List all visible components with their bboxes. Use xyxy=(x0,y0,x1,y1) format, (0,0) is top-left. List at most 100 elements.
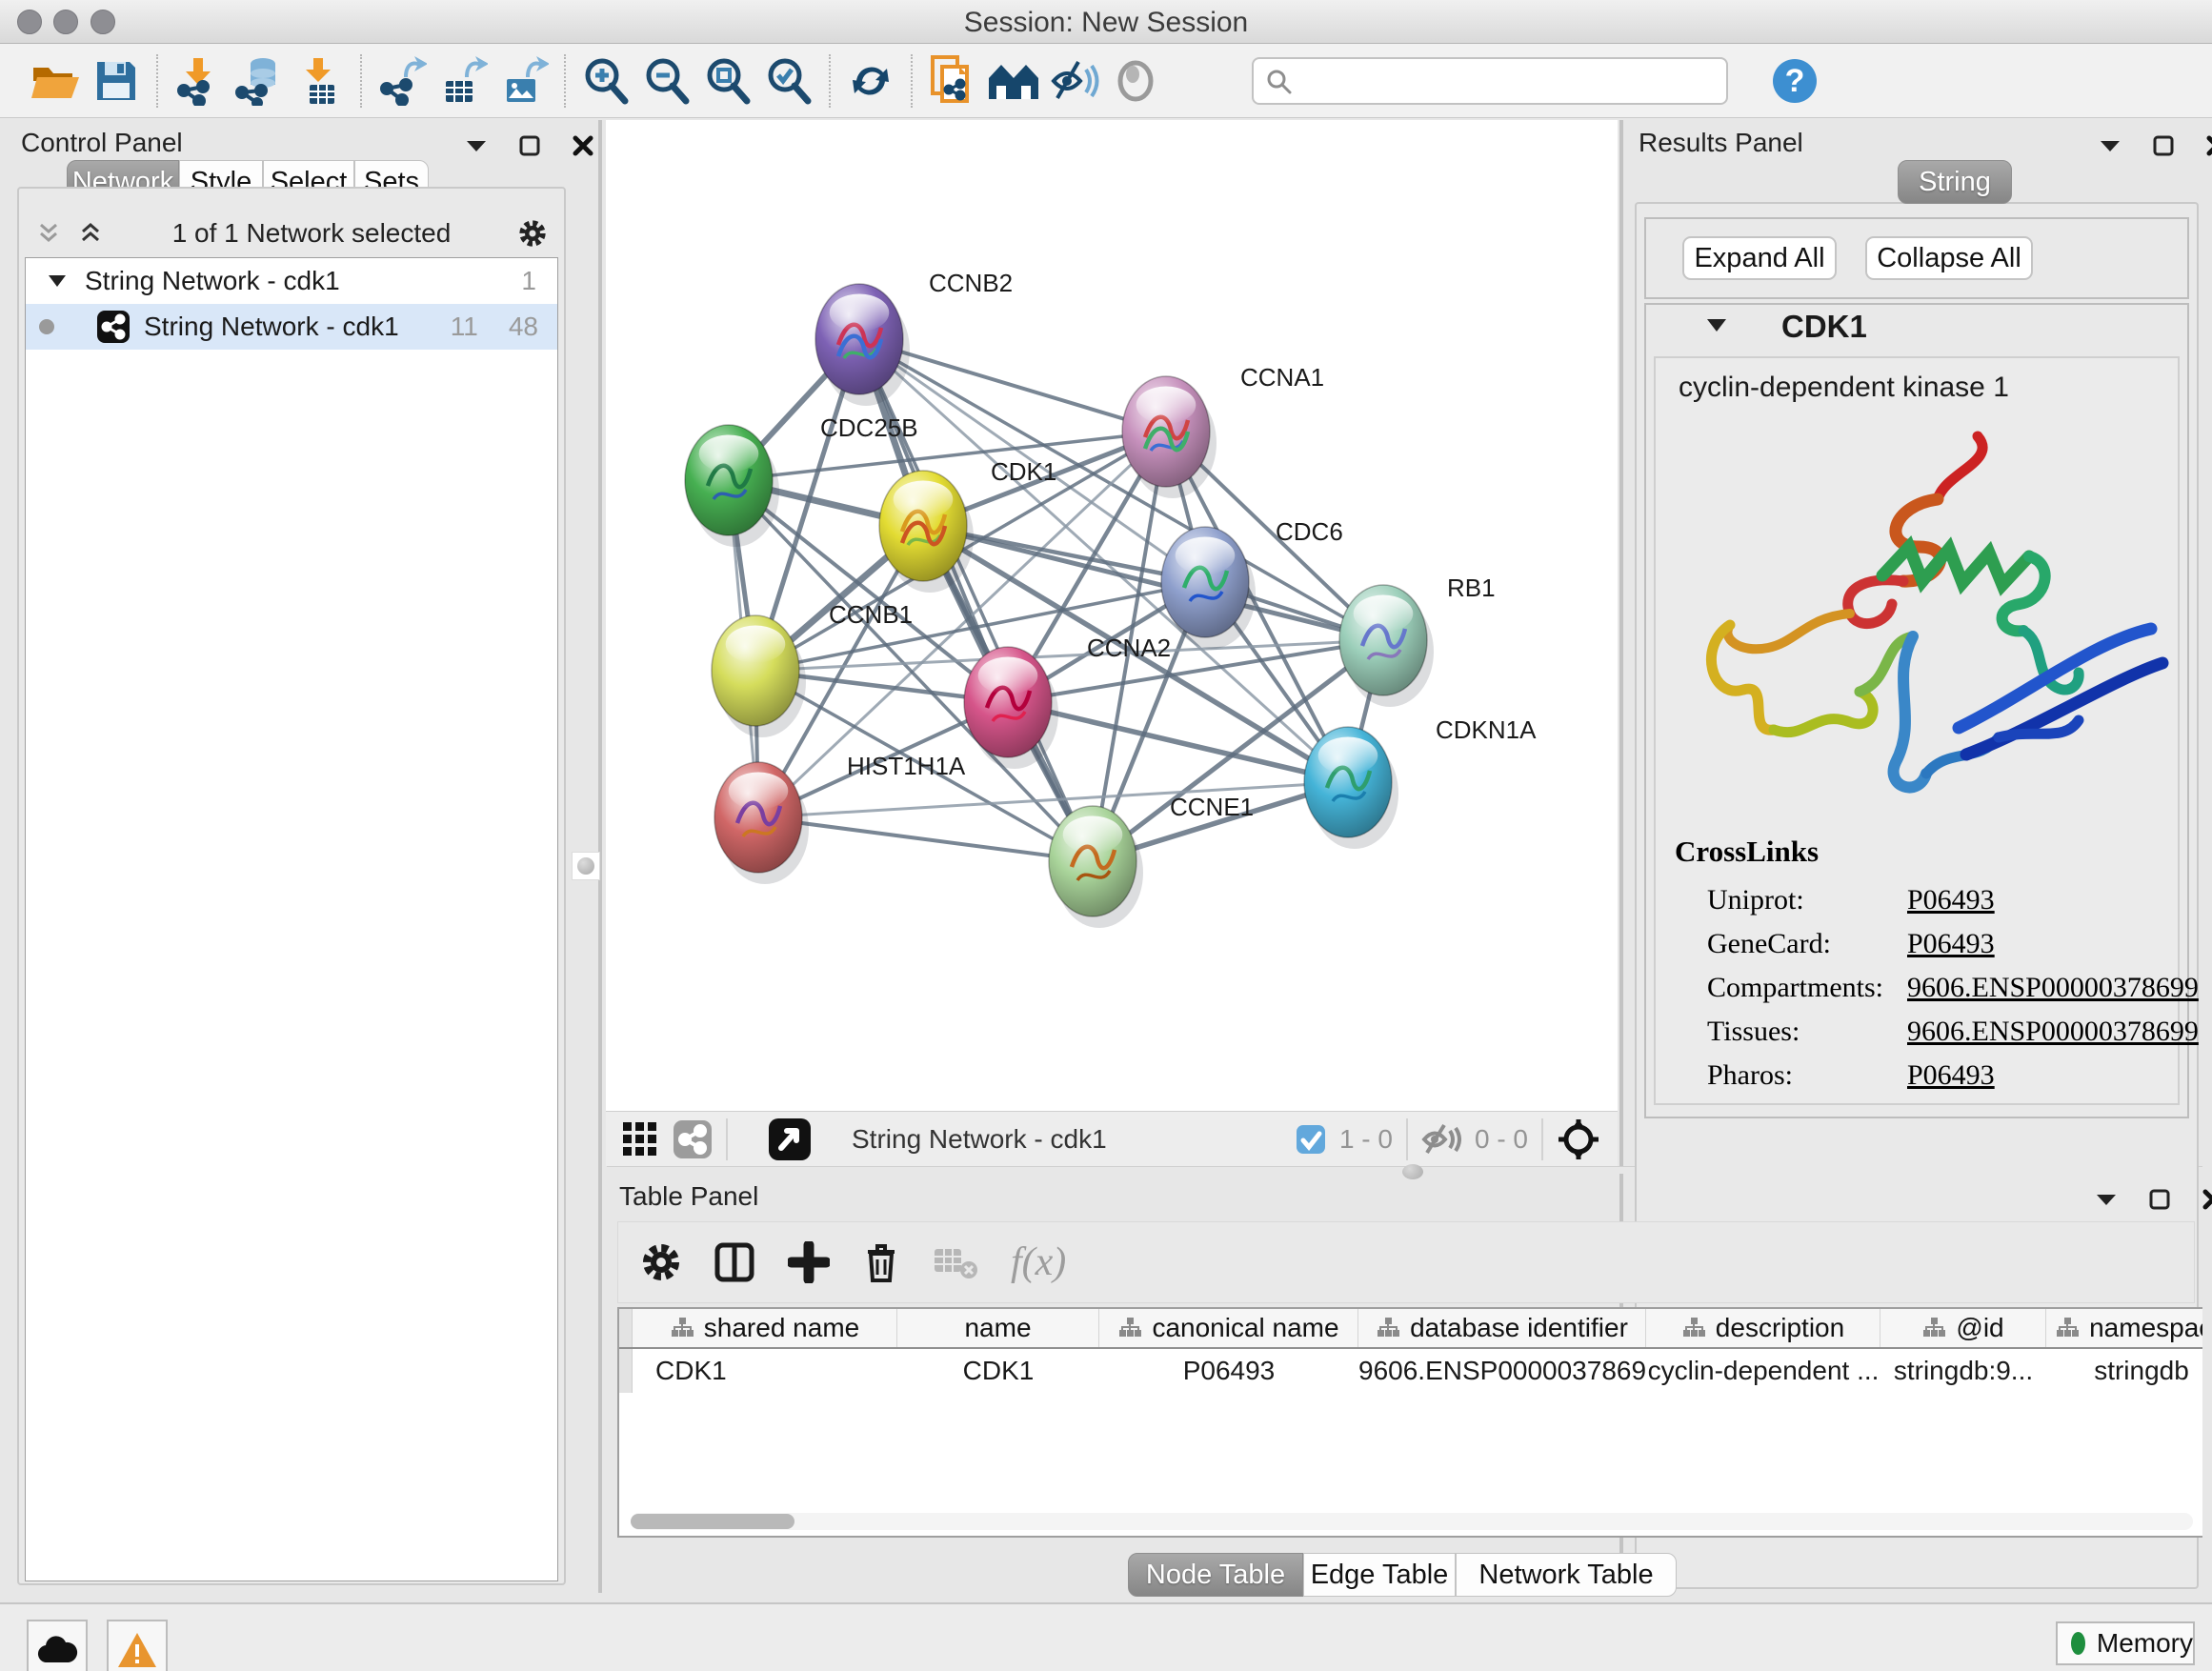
grid-view-icon[interactable] xyxy=(621,1120,659,1158)
network-node-CCNE1[interactable]: CCNE1 xyxy=(1049,793,1254,928)
network-node-CCNA1[interactable]: CCNA1 xyxy=(1122,363,1324,498)
string-view-icon[interactable] xyxy=(673,1119,713,1159)
panel-menu-icon[interactable] xyxy=(2096,131,2124,160)
select-columns-icon[interactable] xyxy=(714,1241,755,1283)
tree-expander-icon[interactable] xyxy=(47,273,68,289)
crosslink-link[interactable]: 9606.ENSP00000378699 xyxy=(1907,972,2199,1004)
column-header-@id[interactable]: @id xyxy=(1880,1309,2046,1347)
table-cell[interactable]: CDK1 xyxy=(633,1356,897,1386)
table-settings-gear-icon[interactable] xyxy=(641,1242,681,1282)
crosslink-link[interactable]: P06493 xyxy=(1907,884,1995,916)
panel-float-icon[interactable] xyxy=(2145,1185,2174,1214)
panel-float-icon[interactable] xyxy=(2149,131,2178,160)
zoom-in-button[interactable] xyxy=(575,50,636,111)
table-horizontal-scrollbar[interactable] xyxy=(631,1513,2193,1530)
import-network-file-button[interactable] xyxy=(168,50,229,111)
add-column-icon[interactable] xyxy=(788,1241,830,1283)
panel-close-icon[interactable] xyxy=(2202,131,2212,160)
delete-column-icon[interactable] xyxy=(862,1240,900,1284)
export-network-button[interactable] xyxy=(372,50,432,111)
expand-all-button[interactable]: Expand All xyxy=(1682,236,1837,280)
export-image-button[interactable] xyxy=(493,50,554,111)
table-row[interactable]: CDK1CDK1P064939606.ENSP00000378699cyclin… xyxy=(619,1349,2202,1393)
panel-menu-icon[interactable] xyxy=(2092,1185,2121,1214)
collapse-all-icon[interactable] xyxy=(34,219,63,248)
crosshair-icon[interactable] xyxy=(1557,1117,1600,1161)
tab-edge-table[interactable]: Edge Table xyxy=(1303,1553,1456,1597)
table-cell[interactable]: cyclin-dependent ... xyxy=(1646,1356,1880,1386)
network-node-CDKN1A[interactable]: CDKN1A xyxy=(1304,715,1537,849)
import-table-file-button[interactable] xyxy=(290,50,351,111)
scrollbar-thumb[interactable] xyxy=(631,1514,794,1529)
node-count: 11 xyxy=(451,312,478,342)
open-session-button[interactable] xyxy=(25,50,86,111)
import-network-icon xyxy=(174,56,222,106)
show-all-button[interactable] xyxy=(1105,50,1166,111)
clone-network-button[interactable] xyxy=(922,50,983,111)
refresh-button[interactable] xyxy=(840,50,901,111)
expand-all-icon[interactable] xyxy=(76,219,105,248)
panel-menu-icon[interactable] xyxy=(462,131,491,160)
memory-label: Memory xyxy=(2097,1628,2193,1659)
panel-close-icon[interactable] xyxy=(569,131,597,160)
eye-slash-icon xyxy=(1050,58,1099,104)
help-button[interactable]: ? xyxy=(1764,50,1825,111)
left-splitter-handle[interactable] xyxy=(572,852,600,880)
tab-string[interactable]: String xyxy=(1898,160,2012,204)
save-session-button[interactable] xyxy=(86,50,147,111)
table-cell[interactable]: 9606.ENSP00000378699 xyxy=(1358,1356,1646,1386)
network-collection-row[interactable]: String Network - cdk1 1 xyxy=(26,258,557,304)
crosslink-link[interactable]: P06493 xyxy=(1907,928,1995,960)
collapse-all-button[interactable]: Collapse All xyxy=(1865,236,2033,280)
panel-close-icon[interactable] xyxy=(2199,1185,2212,1214)
column-header-canonical-name[interactable]: canonical name xyxy=(1099,1309,1358,1347)
crosslink-label: Compartments: xyxy=(1707,972,1907,1004)
crosslink-link[interactable]: P06493 xyxy=(1907,1059,1995,1092)
hidden-eye-icon[interactable] xyxy=(1421,1122,1461,1157)
crosslinks-title: CrossLinks xyxy=(1675,835,1819,869)
network-node-HIST1H1A[interactable]: HIST1H1A xyxy=(714,752,966,884)
column-header-database-identifier[interactable]: database identifier xyxy=(1358,1309,1646,1347)
export-table-button[interactable] xyxy=(432,50,493,111)
table-cell[interactable]: P06493 xyxy=(1099,1356,1358,1386)
network-node-CCNB2[interactable]: CCNB2 xyxy=(815,269,1013,406)
hide-selected-button[interactable] xyxy=(1044,50,1105,111)
horizontal-splitter-handle[interactable] xyxy=(1402,1164,1423,1179)
memory-button[interactable]: Memory xyxy=(2056,1621,2195,1665)
gene-section-expander-icon[interactable] xyxy=(1705,316,1728,333)
first-neighbors-button[interactable] xyxy=(983,50,1044,111)
crosslink-row: Compartments: 9606.ENSP00000378699 xyxy=(1707,972,2199,1004)
tab-node-table[interactable]: Node Table xyxy=(1128,1553,1303,1597)
import-network-database-button[interactable] xyxy=(229,50,290,111)
table-cell[interactable]: CDK1 xyxy=(897,1356,1099,1386)
column-header-description[interactable]: description xyxy=(1646,1309,1880,1347)
network-node-RB1[interactable]: RB1 xyxy=(1339,574,1496,707)
crosslink-link[interactable]: 9606.ENSP00000378699 xyxy=(1907,1016,2199,1048)
network-canvas[interactable]: CCNB2CCNA1CDC25BCDK1CDC6RB1CCNB1CCNA2CDK… xyxy=(606,120,1618,1111)
network-node-CDK1[interactable]: CDK1 xyxy=(879,457,1056,593)
panel-float-icon[interactable] xyxy=(515,131,544,160)
node-table[interactable]: shared namenamecanonical namedatabase id… xyxy=(617,1307,2202,1538)
column-header-namespace[interactable]: namespace xyxy=(2046,1309,2202,1347)
search-field[interactable] xyxy=(1252,57,1728,105)
selected-checkbox-icon[interactable] xyxy=(1296,1124,1326,1155)
network-view-statusbar: String Network - cdk1 1 - 0 0 - 0 xyxy=(606,1111,1618,1166)
zoom-out-button[interactable] xyxy=(636,50,697,111)
show-eye-icon xyxy=(1114,59,1157,103)
node-label: HIST1H1A xyxy=(847,752,966,780)
network-edge[interactable] xyxy=(1008,702,1348,782)
table-cell[interactable]: stringdb xyxy=(2046,1356,2202,1386)
column-header-shared-name[interactable]: shared name xyxy=(633,1309,897,1347)
zoom-fit-button[interactable] xyxy=(697,50,758,111)
tab-network-table[interactable]: Network Table xyxy=(1456,1553,1677,1597)
network-row[interactable]: String Network - cdk1 11 48 xyxy=(26,304,557,350)
cloud-status-button[interactable] xyxy=(27,1620,88,1671)
network-node-CDC6[interactable]: CDC6 xyxy=(1161,517,1343,649)
column-header-name[interactable]: name xyxy=(897,1309,1099,1347)
table-cell[interactable]: stringdb:9... xyxy=(1880,1356,2046,1386)
zoom-selected-button[interactable] xyxy=(758,50,819,111)
warnings-button[interactable] xyxy=(107,1620,168,1671)
network-options-gear-icon[interactable] xyxy=(518,219,547,248)
search-input[interactable] xyxy=(1292,65,1692,96)
birdseye-view-icon[interactable] xyxy=(768,1117,812,1161)
